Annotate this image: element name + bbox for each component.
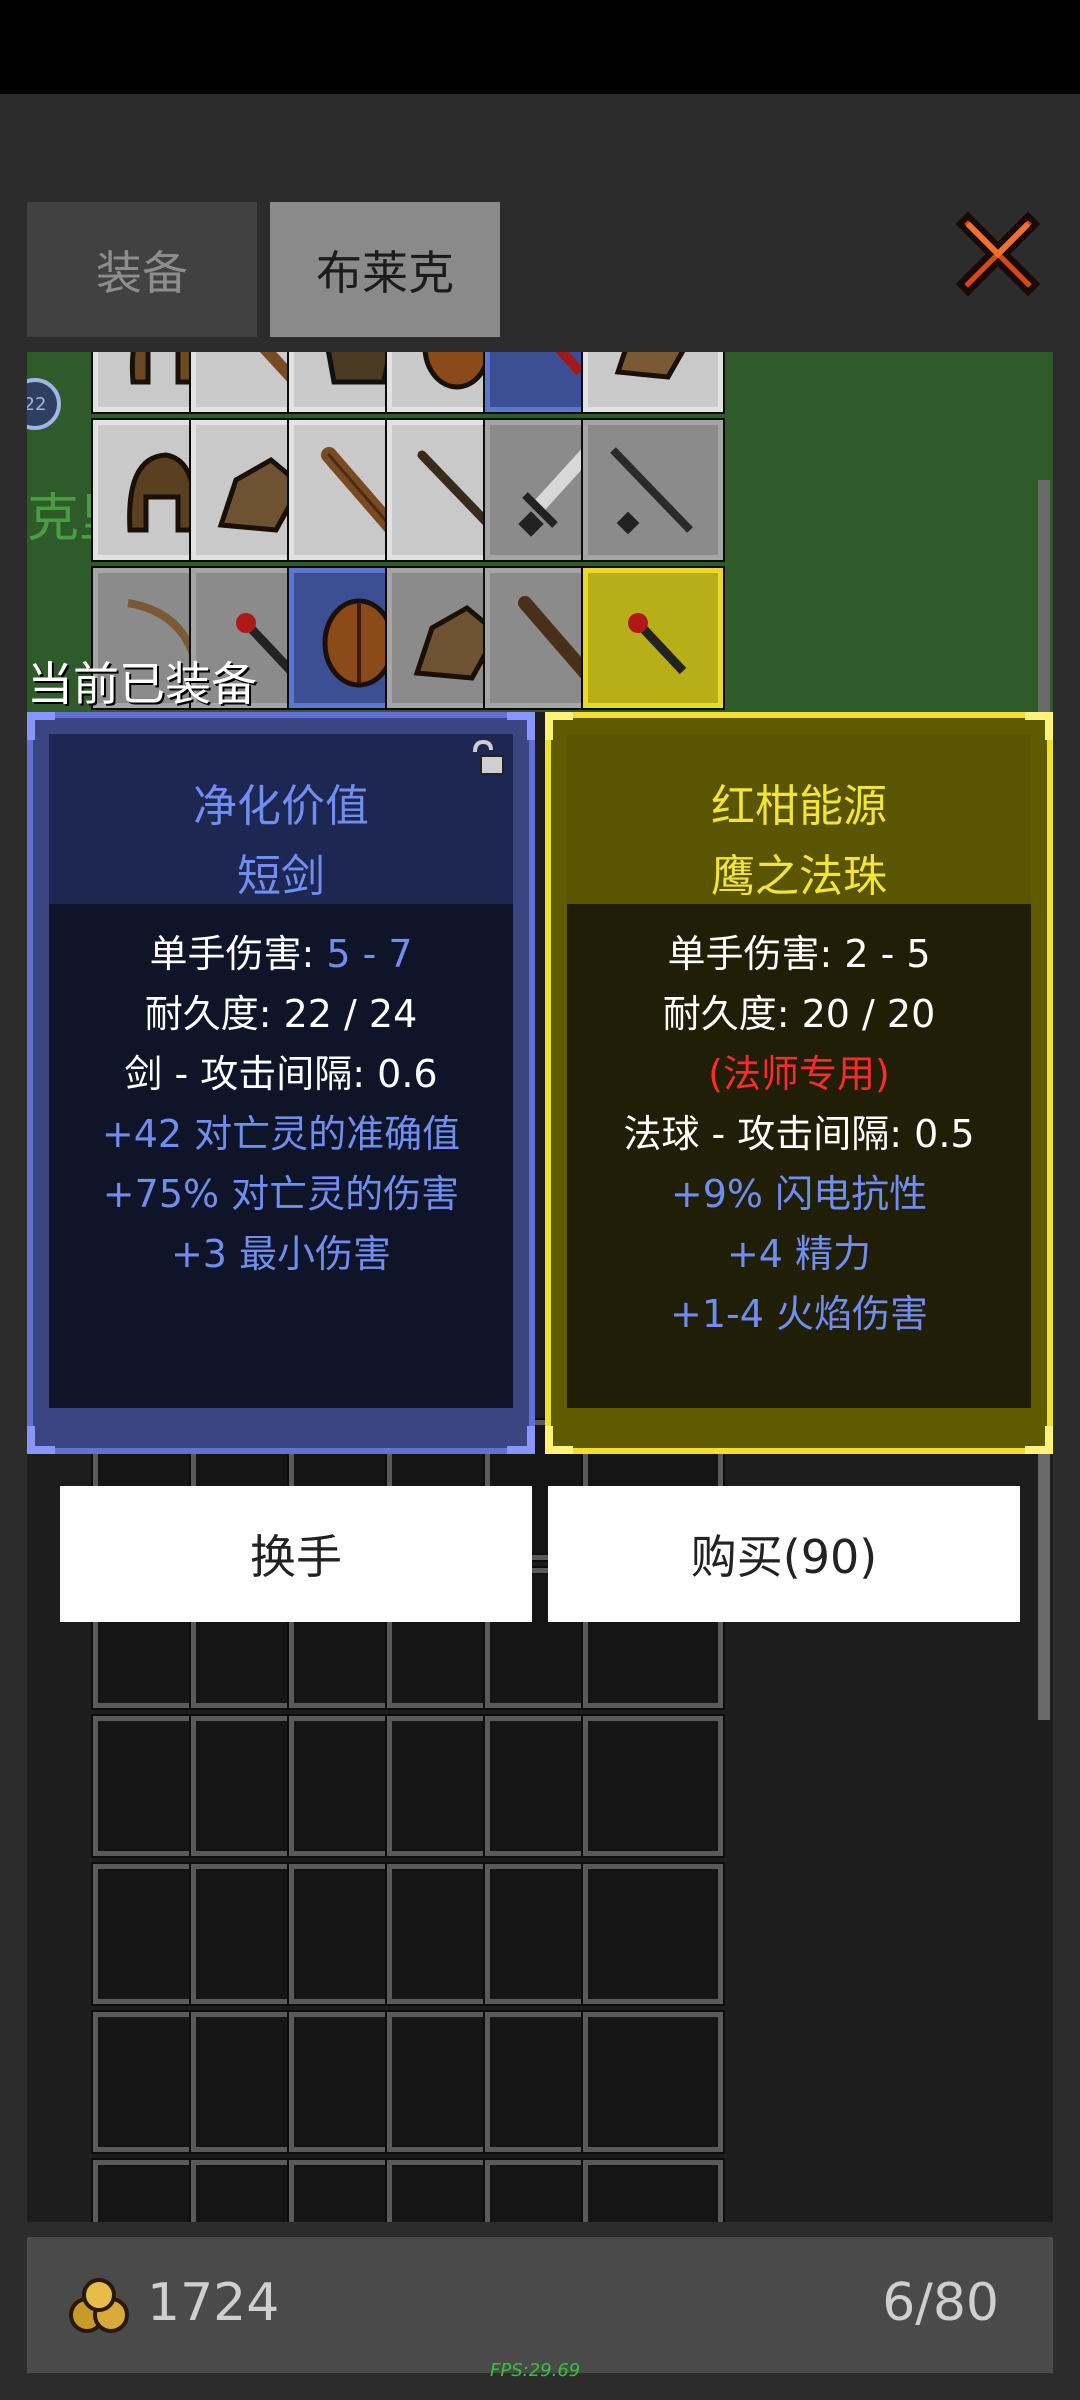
corner-ornament <box>507 712 535 740</box>
bonus-line: +1-4 火焰伤害 <box>670 1292 928 1336</box>
item-name: 红柑能源 <box>711 781 887 832</box>
equipped-label: 当前已装备 <box>27 657 257 711</box>
shop-item-card: 红柑能源 鹰之法珠 单手伤害: 2 - 5 耐久度: 20 / 20 (法师专用… <box>545 712 1053 1454</box>
bonus-line: +9% 闪电抗性 <box>670 1172 928 1216</box>
inventory-slot[interactable] <box>581 1862 725 2006</box>
inventory-slot[interactable] <box>581 1714 725 1858</box>
card-body: 净化价值 短剑 单手伤害: 5 - 7 耐久度: 22 / 24 剑 - 攻击间… <box>49 734 513 1408</box>
equipped-item-card: 净化价值 短剑 单手伤害: 5 - 7 耐久度: 22 / 24 剑 - 攻击间… <box>27 712 535 1454</box>
item-stats: 单手伤害: 2 - 5 耐久度: 20 / 20 (法师专用) 法球 - 攻击间… <box>567 924 1031 1344</box>
speed-line: 剑 - 攻击间隔: 0.6 <box>124 1052 438 1096</box>
fps-counter: FPS:29.69 <box>490 2360 581 2381</box>
bonus-line: +75% 对亡灵的伤害 <box>102 1172 460 1216</box>
card-body: 红柑能源 鹰之法珠 单手伤害: 2 - 5 耐久度: 20 / 20 (法师专用… <box>567 734 1031 1408</box>
tab-blake[interactable]: 布莱克 <box>270 202 500 337</box>
buy-button[interactable]: 购买(90) <box>548 1486 1020 1622</box>
close-icon[interactable] <box>950 206 1046 302</box>
damage-line: 单手伤害: 2 - 5 <box>667 932 931 976</box>
item-name: 净化价值 <box>193 781 369 832</box>
speed-line: 法球 - 攻击间隔: 0.5 <box>623 1112 975 1156</box>
item-type: 鹰之法珠 <box>711 851 887 902</box>
item-stats: 单手伤害: 5 - 7 耐久度: 22 / 24 剑 - 攻击间隔: 0.6 +… <box>49 924 513 1284</box>
inventory-slot[interactable] <box>581 418 725 562</box>
inventory-capacity: 6/80 <box>882 2273 999 2333</box>
inventory-slot[interactable] <box>581 352 725 414</box>
durability-line: 耐久度: 22 / 24 <box>144 992 418 1036</box>
status-bar <box>0 0 1080 94</box>
spear-icon <box>610 447 693 535</box>
bonus-line: +4 精力 <box>726 1232 872 1276</box>
bonus-line: +42 对亡灵的准确值 <box>101 1112 461 1156</box>
wand-icon <box>628 613 687 675</box>
bonus-line: +3 最小伤害 <box>170 1232 392 1276</box>
inventory-slot[interactable] <box>581 566 725 710</box>
corner-ornament <box>1025 1426 1053 1454</box>
corner-ornament <box>507 1426 535 1454</box>
corner-ornament <box>545 712 573 740</box>
class-restriction: (法师专用) <box>708 1052 890 1096</box>
inventory-footer: 1724 6/80 <box>27 2237 1053 2373</box>
card-header: 净化价值 短剑 <box>49 734 513 904</box>
glove-icon <box>614 352 686 380</box>
unlock-icon[interactable] <box>467 738 507 778</box>
gold-coins-icon <box>69 2278 129 2333</box>
corner-ornament <box>545 1426 573 1454</box>
corner-ornament <box>1025 712 1053 740</box>
inventory-slot[interactable] <box>581 2010 725 2154</box>
durability-line: 耐久度: 20 / 20 <box>662 992 936 1036</box>
corner-ornament <box>27 712 55 740</box>
item-type: 短剑 <box>237 851 325 902</box>
tab-equipment[interactable]: 装备 <box>27 202 257 337</box>
gold-amount: 1724 <box>147 2273 280 2333</box>
corner-ornament <box>27 1426 55 1454</box>
inventory-slot[interactable] <box>581 2158 725 2222</box>
card-header: 红柑能源 鹰之法珠 <box>567 734 1031 904</box>
swap-hands-button[interactable]: 换手 <box>60 1486 532 1622</box>
damage-line: 单手伤害: 5 - 7 <box>149 932 413 976</box>
